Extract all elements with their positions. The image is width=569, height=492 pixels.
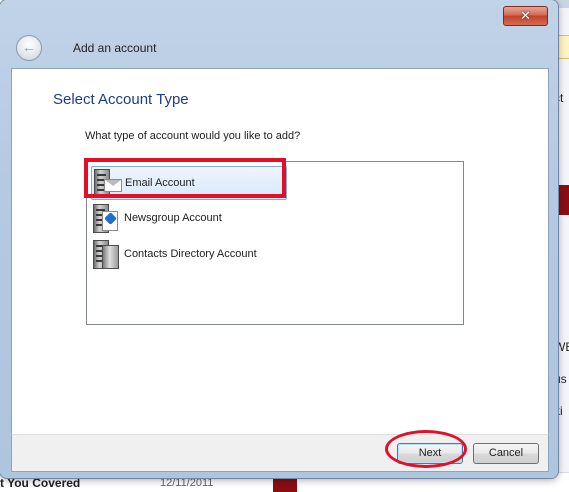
background-item-date: 12/11/2011 (160, 477, 214, 489)
dialog-title: Add an account (73, 41, 157, 55)
list-item-label: Contacts Directory Account (124, 248, 257, 260)
cancel-button[interactable]: Cancel (473, 443, 539, 464)
list-item-email-account[interactable]: Email Account (91, 166, 287, 200)
page-title: Select Account Type (53, 91, 189, 108)
account-type-list[interactable]: Email Account Newsgroup Account Contacts… (86, 161, 464, 325)
contacts-directory-icon (91, 239, 119, 269)
list-item-label: Email Account (125, 177, 195, 189)
list-item-contacts-directory-account[interactable]: Contacts Directory Account (91, 238, 287, 270)
next-button[interactable]: Next (397, 443, 463, 464)
newsgroup-server-icon (91, 203, 119, 233)
dialog-button-bar: Next Cancel (11, 434, 549, 472)
email-server-icon (92, 168, 122, 198)
background-item-title: t You Covered (0, 476, 81, 490)
add-account-dialog: ✕ ← Add an account Select Account Type W… (0, 0, 558, 478)
back-button[interactable]: ← (16, 35, 42, 61)
close-button[interactable]: ✕ (503, 6, 548, 26)
question-label: What type of account would you like to a… (85, 130, 301, 142)
back-arrow-icon: ← (22, 39, 36, 55)
wizard-content: Select Account Type What type of account… (11, 68, 549, 435)
list-item-newsgroup-account[interactable]: Newsgroup Account (91, 202, 287, 234)
close-icon: ✕ (520, 8, 531, 23)
list-item-label: Newsgroup Account (124, 212, 222, 224)
